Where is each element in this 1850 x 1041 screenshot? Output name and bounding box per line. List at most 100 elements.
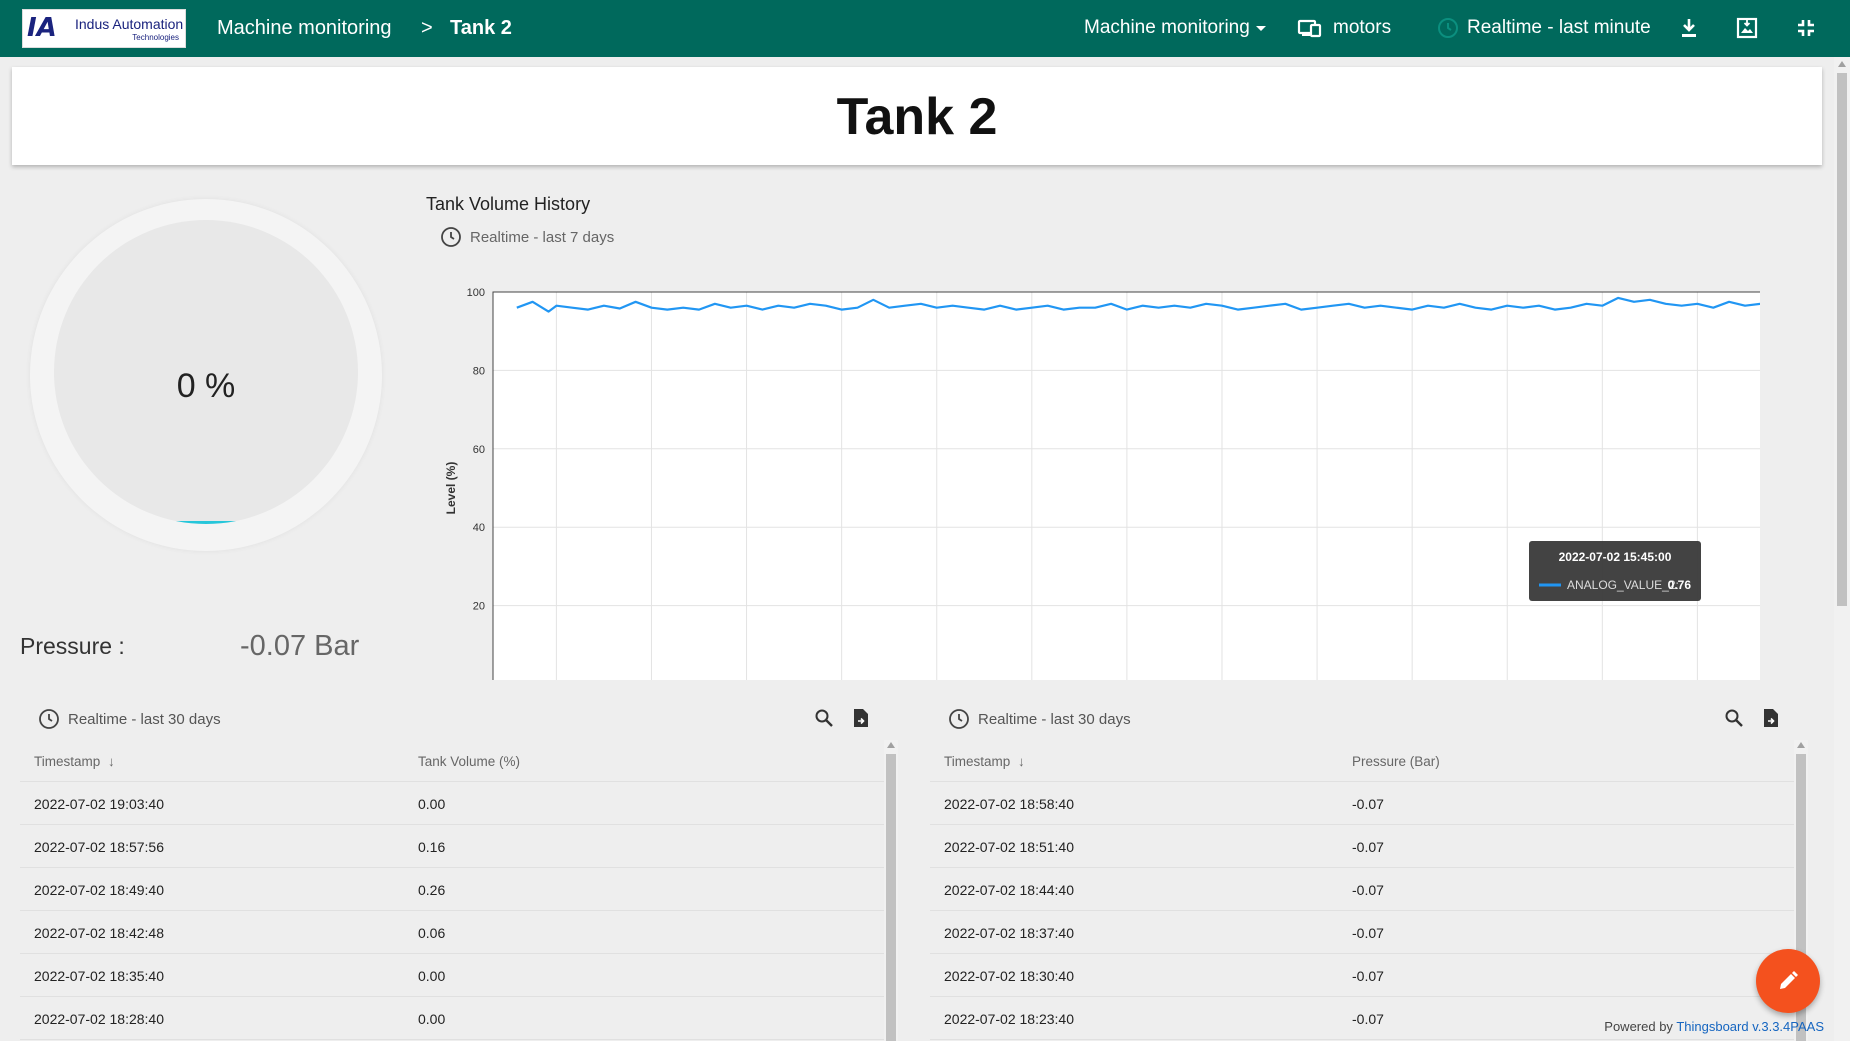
table-row[interactable]: 2022-07-02 18:49:40 0.26 xyxy=(20,868,884,911)
timewindow-button[interactable]: Realtime - last minute xyxy=(1437,17,1651,39)
sort-arrow-icon: ↓ xyxy=(1018,754,1025,769)
cell-value: -0.07 xyxy=(1352,925,1384,941)
clock-icon xyxy=(1437,17,1459,39)
exit-fullscreen-icon[interactable] xyxy=(1794,16,1818,40)
cell-value: -0.07 xyxy=(1352,839,1384,855)
tooltip-value: 0.76 xyxy=(1668,578,1692,592)
y-tick-label: 60 xyxy=(473,444,485,456)
scroll-up-arrow[interactable] xyxy=(1838,61,1846,67)
clock-icon xyxy=(949,709,969,729)
dashboard-title: Tank 2 xyxy=(836,88,998,146)
breadcrumb-parent[interactable]: Machine monitoring xyxy=(217,17,392,40)
edit-dashboard-button[interactable] xyxy=(1756,949,1820,1013)
cell-timestamp: 2022-07-02 18:28:40 xyxy=(34,1011,164,1027)
y-tick-label: 80 xyxy=(473,365,485,377)
table-timewindow[interactable]: Realtime - last 30 days xyxy=(38,708,221,730)
table-actions xyxy=(814,708,870,728)
powered-by-label: Powered by xyxy=(1604,1019,1673,1034)
tooltip-time: 2022-07-02 15:45:00 xyxy=(1559,550,1672,564)
cell-value: 0.00 xyxy=(418,796,446,812)
breadcrumb-separator: > xyxy=(421,17,433,39)
state-select[interactable]: Machine monitoring xyxy=(1084,17,1266,39)
search-icon[interactable] xyxy=(1724,708,1744,728)
clock-icon xyxy=(440,226,462,248)
export-file-icon[interactable] xyxy=(852,708,870,728)
chart-timewindow[interactable]: Realtime - last 7 days xyxy=(440,226,614,248)
tank-level-gauge: 0 % xyxy=(30,199,382,551)
data-table: Timestamp ↓ Pressure (Bar) 2022-07-02 18… xyxy=(930,740,1794,1040)
table-row[interactable]: 2022-07-02 18:42:48 0.06 xyxy=(20,911,884,954)
search-icon[interactable] xyxy=(814,708,834,728)
logo-subtitle: Technologies xyxy=(132,33,179,42)
cell-value: 0.26 xyxy=(418,882,446,898)
cell-timestamp: 2022-07-02 18:23:40 xyxy=(944,1011,1074,1027)
tank-volume-chart[interactable]: 020406080100Jun 26 00:00Jun 26 12:00Jun … xyxy=(410,260,1760,680)
table-row[interactable]: 2022-07-02 18:51:40 -0.07 xyxy=(930,825,1794,868)
table-scrollbar[interactable] xyxy=(884,740,898,1041)
scroll-thumb[interactable] xyxy=(1837,73,1847,606)
scroll-up-arrow[interactable] xyxy=(1797,742,1805,748)
platform-link[interactable]: Thingsboard v.3.3.4PAAS xyxy=(1676,1019,1824,1034)
table-row[interactable]: 2022-07-02 18:37:40 -0.07 xyxy=(930,911,1794,954)
entity-alias-label: motors xyxy=(1333,17,1392,38)
table-row[interactable]: 2022-07-02 19:03:40 0.00 xyxy=(20,782,884,825)
table-actions xyxy=(1724,708,1780,728)
scroll-thumb[interactable] xyxy=(886,754,896,1041)
devices-icon xyxy=(1297,18,1323,38)
cell-timestamp: 2022-07-02 18:58:40 xyxy=(944,796,1074,812)
cell-value: -0.07 xyxy=(1352,968,1384,984)
company-logo[interactable]: IA Indus Automation Technologies xyxy=(22,9,186,48)
cell-timestamp: 2022-07-02 18:44:40 xyxy=(944,882,1074,898)
column-header-timestamp[interactable]: Timestamp ↓ xyxy=(34,754,115,769)
y-tick-label: 20 xyxy=(473,601,485,613)
caret-down-icon xyxy=(1255,25,1266,31)
top-bar: IA Indus Automation Technologies Machine… xyxy=(0,0,1850,57)
table-row[interactable]: 2022-07-02 18:44:40 -0.07 xyxy=(930,868,1794,911)
cell-value: -0.07 xyxy=(1352,796,1384,812)
table-row[interactable]: 2022-07-02 18:30:40 -0.07 xyxy=(930,954,1794,997)
tooltip-series-name: ANALOG_VALUE_2: xyxy=(1567,578,1679,592)
pressure-label: Pressure : xyxy=(20,633,125,659)
gauge-level-fill xyxy=(174,521,238,524)
chart-title: Tank Volume History xyxy=(426,194,591,214)
cell-value: 0.00 xyxy=(418,1011,446,1027)
column-header-value[interactable]: Tank Volume (%) xyxy=(418,754,520,769)
table-row[interactable]: 2022-07-02 18:58:40 -0.07 xyxy=(930,782,1794,825)
timewindow-label: Realtime - last minute xyxy=(1467,17,1651,38)
column-header-timestamp[interactable]: Timestamp ↓ xyxy=(944,754,1025,769)
cell-value: 0.16 xyxy=(418,839,446,855)
export-image-icon[interactable] xyxy=(1735,16,1759,40)
export-file-icon[interactable] xyxy=(1762,708,1780,728)
gauge-value: 0 % xyxy=(176,367,236,405)
cell-timestamp: 2022-07-02 18:30:40 xyxy=(944,968,1074,984)
cell-timestamp: 2022-07-02 18:35:40 xyxy=(34,968,164,984)
download-icon[interactable] xyxy=(1677,16,1701,40)
table-timewindow[interactable]: Realtime - last 30 days xyxy=(948,708,1131,730)
table-row[interactable]: 2022-07-02 18:57:56 0.16 xyxy=(20,825,884,868)
scroll-up-arrow[interactable] xyxy=(887,742,895,748)
y-axis-label: Level (%) xyxy=(444,462,458,515)
table-header-row: Timestamp ↓ Tank Volume (%) xyxy=(20,740,884,782)
y-tick-label: 40 xyxy=(473,522,485,534)
y-tick-label: 100 xyxy=(467,287,485,299)
column-header-value[interactable]: Pressure (Bar) xyxy=(1352,754,1440,769)
cell-timestamp: 2022-07-02 18:42:48 xyxy=(34,925,164,941)
page-scrollbar[interactable] xyxy=(1834,57,1850,1041)
data-table: Timestamp ↓ Tank Volume (%) 2022-07-02 1… xyxy=(20,740,884,1040)
table-timewindow-label: Realtime - last 30 days xyxy=(68,710,221,728)
table-row[interactable]: 2022-07-02 18:35:40 0.00 xyxy=(20,954,884,997)
cell-timestamp: 2022-07-02 18:37:40 xyxy=(944,925,1074,941)
cell-timestamp: 2022-07-02 18:57:56 xyxy=(34,839,164,855)
logo-name: Indus Automation xyxy=(75,16,184,32)
y-tick-label: 0 xyxy=(479,679,485,680)
cell-value: 0.06 xyxy=(418,925,446,941)
entity-alias-select[interactable]: motors xyxy=(1297,17,1391,39)
pressure-value: -0.07 Bar xyxy=(240,630,360,662)
breadcrumb-current: Tank 2 xyxy=(450,17,512,39)
cell-timestamp: 2022-07-02 18:49:40 xyxy=(34,882,164,898)
pencil-icon xyxy=(1780,971,1798,989)
state-select-label: Machine monitoring xyxy=(1084,17,1250,38)
table-row[interactable]: 2022-07-02 18:28:40 0.00 xyxy=(20,997,884,1040)
cell-timestamp: 2022-07-02 18:51:40 xyxy=(944,839,1074,855)
powered-by: Powered by Thingsboard v.3.3.4PAAS xyxy=(1604,1019,1824,1034)
